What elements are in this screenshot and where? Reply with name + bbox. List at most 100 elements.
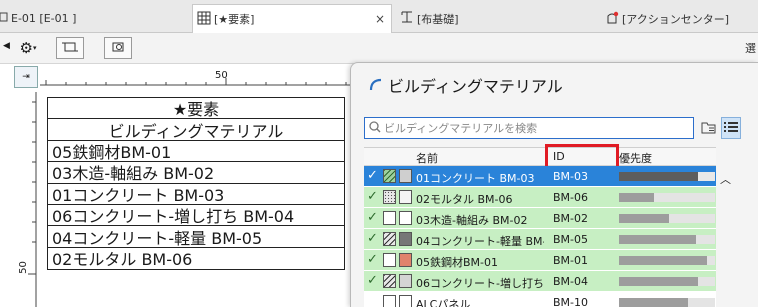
priority-bar[interactable]: [619, 214, 715, 223]
gear-icon: ⚙: [19, 39, 33, 57]
priority-bar[interactable]: [619, 277, 715, 286]
tab-label: [アクションセンター]: [622, 12, 730, 26]
panel-title-text: ビルディングマテリアル: [388, 77, 563, 96]
tab-action-center[interactable]: [アクションセンター]: [605, 5, 758, 32]
material-name: 06コンクリート-増し打ち B...: [416, 277, 544, 290]
tab-schedule-elements[interactable]: [★要素] ×: [192, 4, 392, 33]
color-swatch: [399, 253, 412, 267]
material-row[interactable]: ✓ 03木造-軸組み BM-02 BM-02: [364, 208, 716, 229]
folder-list-icon: [701, 120, 717, 137]
tab-label: E-01 [E-01 ]: [11, 12, 77, 25]
zoom-frame-icon: [110, 40, 126, 57]
tab-label: [布基礎]: [417, 12, 459, 26]
material-list-scrollbar[interactable]: ︿: [718, 165, 733, 307]
tab-label: [★要素]: [214, 13, 255, 26]
schedule-row[interactable]: 06コンクリート-増し打ち BM-04: [48, 205, 344, 227]
list-icon: [724, 121, 738, 136]
tab-bar: E-01 [E-01 ] [★要素] × [布基礎] [アクションセンター]: [0, 0, 758, 33]
zoom-view-button[interactable]: [104, 37, 132, 59]
tab-e01[interactable]: E-01 [E-01 ]: [0, 5, 92, 32]
material-id: BM-10: [553, 296, 589, 307]
priority-bar[interactable]: [619, 298, 715, 307]
search-icon: [369, 120, 381, 136]
list-view-button[interactable]: [721, 117, 741, 139]
settings-button[interactable]: ⚙ ▾: [14, 37, 42, 59]
pattern-swatch: [383, 190, 396, 204]
horizontal-ruler: 50: [40, 70, 350, 88]
section-icon: [400, 11, 414, 26]
ruler-tick-label: 50: [215, 70, 228, 81]
toolbar: ◀ ⚙ ▾ 選: [0, 33, 758, 64]
building-material-panel: ビルディングマテリアル ビルディングマテリアルを検索 名前 ID 優先度 ✓ 0…: [350, 62, 758, 307]
pattern-swatch: [383, 211, 396, 225]
material-row[interactable]: ✓ 04コンクリート-軽量 BM-... BM-05: [364, 229, 716, 250]
tab-strip-footing[interactable]: [布基礎]: [400, 5, 580, 32]
panel-title: ビルディングマテリアル: [369, 73, 563, 97]
fit-view-button[interactable]: [56, 37, 84, 59]
material-name: 01コンクリート BM-03: [416, 172, 535, 185]
priority-bar[interactable]: [619, 256, 715, 265]
close-icon[interactable]: ×: [375, 12, 385, 26]
material-name: 02モルタル BM-06: [416, 193, 513, 206]
schedule-row[interactable]: 05鉄鋼材BM-01: [48, 141, 344, 163]
check-icon[interactable]: ✓: [367, 231, 378, 246]
material-row[interactable]: ✓ 02モルタル BM-06 BM-06: [364, 187, 716, 208]
material-search-input[interactable]: ビルディングマテリアルを検索: [364, 117, 694, 139]
color-swatch: [399, 190, 412, 204]
schedule-table: ★要素 ビルディングマテリアル 05鉄鋼材BM-01 03木造-軸組み BM-0…: [47, 97, 345, 271]
material-row[interactable]: ✓ 01コンクリート BM-03 BM-03: [364, 166, 716, 187]
material-name: 04コンクリート-軽量 BM-...: [416, 235, 544, 248]
color-swatch: [399, 211, 412, 225]
pattern-swatch: [383, 274, 396, 288]
schedule-icon: [197, 11, 211, 28]
color-swatch: [399, 169, 412, 183]
material-id: BM-05: [553, 233, 589, 246]
pattern-swatch: [383, 253, 396, 267]
schedule-row[interactable]: 03木造-軸組み BM-02: [48, 162, 344, 184]
vertical-ruler: 50: [14, 92, 38, 307]
material-row[interactable]: ALCパネル BM-10: [364, 292, 716, 307]
chevron-up-icon[interactable]: ︿: [720, 171, 731, 187]
ruler-origin-button[interactable]: ⇥: [14, 66, 38, 88]
material-list: 名前 ID 優先度 ✓ 01コンクリート BM-03 BM-03 ✓ 02モルタ…: [364, 144, 716, 307]
material-id: BM-01: [553, 254, 589, 267]
material-id: BM-06: [553, 191, 589, 204]
view-icon: [0, 12, 8, 25]
check-icon[interactable]: ✓: [367, 189, 378, 204]
material-id: BM-02: [553, 212, 589, 225]
priority-bar[interactable]: [619, 235, 715, 244]
schedule-row[interactable]: 01コンクリート BM-03: [48, 184, 344, 205]
color-swatch: [399, 295, 412, 307]
check-icon[interactable]: ✓: [367, 210, 378, 225]
column-priority-header[interactable]: 優先度: [619, 150, 652, 166]
material-name: ALCパネル: [416, 298, 471, 307]
priority-bar[interactable]: [619, 172, 715, 181]
schedule-subtitle: ビルディングマテリアル: [48, 119, 344, 141]
action-center-icon: [605, 11, 619, 27]
material-id: BM-03: [553, 170, 589, 183]
pattern-swatch: [383, 169, 396, 183]
schedule-title: ★要素: [48, 98, 344, 120]
frame-icon: [62, 40, 78, 57]
collapse-arrow-icon[interactable]: ◀: [3, 41, 10, 51]
pattern-swatch: [383, 232, 396, 246]
toolbar-right-label: 選: [745, 42, 756, 55]
pattern-swatch: [383, 295, 396, 307]
schedule-row[interactable]: 02モルタル BM-06: [48, 248, 344, 269]
material-arc-icon: [369, 76, 383, 95]
color-swatch: [399, 232, 412, 246]
schedule-row[interactable]: 04コンクリート-軽量 BM-05: [48, 226, 344, 248]
material-row[interactable]: ✓ 06コンクリート-増し打ち B... BM-04: [364, 271, 716, 292]
check-icon[interactable]: ✓: [367, 252, 378, 267]
priority-bar[interactable]: [619, 193, 715, 202]
check-icon[interactable]: ✓: [367, 168, 378, 183]
material-name: 03木造-軸組み BM-02: [416, 214, 528, 227]
folder-view-button[interactable]: [699, 117, 719, 139]
check-icon[interactable]: ✓: [367, 273, 378, 288]
material-row[interactable]: ✓ 05鉄鋼材BM-01 BM-01: [364, 250, 716, 271]
material-list-header: 名前 ID 優先度: [364, 144, 716, 169]
column-name-header[interactable]: 名前: [416, 150, 438, 166]
search-placeholder: ビルディングマテリアルを検索: [384, 122, 538, 135]
material-name: 05鉄鋼材BM-01: [416, 256, 499, 269]
ruler-tick-label: 50: [17, 261, 29, 274]
